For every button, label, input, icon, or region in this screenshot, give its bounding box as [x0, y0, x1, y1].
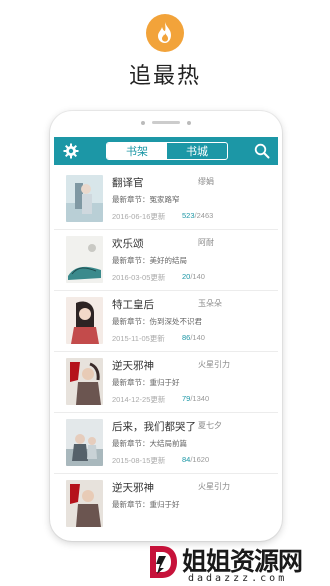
book-cover [66, 297, 103, 344]
watermark-url: dadazzz.com [188, 573, 288, 584]
latest-chapter: 最新章节：伤到深处不识君 [112, 317, 202, 326]
tab-switcher: 书架 书城 [106, 142, 228, 160]
read-progress: 523/2463 [182, 211, 214, 220]
update-date: 2016-06-16更新 [112, 212, 166, 221]
list-item[interactable]: 特工皇后 玉朵朵 最新章节：伤到深处不识君 2015-11-05更新 86/14… [54, 291, 278, 352]
search-icon[interactable] [254, 143, 270, 159]
book-author: 玉朵朵 [198, 299, 222, 308]
latest-chapter: 最新章节：大结局前篇 [112, 439, 187, 448]
list-item[interactable]: 欢乐颂 阿耐 最新章节：美好的结局 2016-03-05更新 20/140 [54, 230, 278, 291]
read-progress: 86/140 [182, 333, 205, 342]
book-author: 缪娟 [198, 177, 214, 186]
update-date: 2014-12-25更新 [112, 395, 166, 404]
book-cover [66, 175, 103, 222]
book-title: 欢乐颂 [112, 238, 144, 250]
update-date: 2016-03-05更新 [112, 273, 166, 282]
book-title: 逆天邪神 [112, 360, 154, 372]
book-author: 夏七夕 [198, 421, 222, 430]
tab-bookstore[interactable]: 书城 [167, 143, 227, 159]
read-progress: 20/140 [182, 272, 205, 281]
hero-title: 追最热 [128, 64, 201, 89]
read-progress: 79/1340 [182, 394, 210, 403]
book-list: 翻译官 缪娟 最新章节：冤家路窄 2016-06-16更新 523/2463 欢… [54, 169, 278, 535]
book-author: 火星引力 [198, 360, 230, 369]
book-cover [66, 419, 103, 466]
gear-icon[interactable] [63, 143, 79, 159]
book-title: 逆天邪神 [112, 482, 154, 494]
latest-chapter: 最新章节：重归于好 [112, 378, 180, 387]
update-date: 2015-08-15更新 [112, 456, 166, 465]
phone-mockup: 书架 书城 翻译官 缪娟 最新章节：冤家路窄 2016-06-16更新 523/… [50, 111, 282, 541]
latest-chapter: 最新章节：重归于好 [112, 500, 180, 509]
book-title: 后来，我们都哭了 [112, 421, 196, 433]
read-progress: 84/1620 [182, 455, 210, 464]
book-cover [66, 480, 103, 527]
list-item[interactable]: 逆天邪神 火星引力 最新章节：重归于好 2014-12-25更新 79/1340 [54, 352, 278, 413]
list-item[interactable]: 逆天邪神 火星引力 最新章节：重归于好 [54, 474, 278, 535]
flame-icon [146, 14, 184, 52]
book-cover [66, 358, 103, 405]
book-title: 特工皇后 [112, 299, 154, 311]
book-author: 火星引力 [198, 482, 230, 491]
latest-chapter: 最新章节：美好的结局 [112, 256, 187, 265]
update-date: 2015-11-05更新 [112, 334, 165, 343]
tab-bookshelf[interactable]: 书架 [107, 143, 167, 159]
book-title: 翻译官 [112, 177, 144, 189]
app-header: 书架 书城 [54, 137, 278, 165]
latest-chapter: 最新章节：冤家路窄 [112, 195, 180, 204]
book-author: 阿耐 [198, 238, 214, 247]
list-item[interactable]: 后来，我们都哭了 夏七夕 最新章节：大结局前篇 2015-08-15更新 84/… [54, 413, 278, 474]
phone-speaker [141, 120, 191, 125]
book-cover [66, 236, 103, 283]
list-item[interactable]: 翻译官 缪娟 最新章节：冤家路窄 2016-06-16更新 523/2463 [54, 169, 278, 230]
watermark-logo [144, 544, 180, 580]
site-watermark: 姐姐资源网 dadazzz.com [144, 540, 330, 586]
